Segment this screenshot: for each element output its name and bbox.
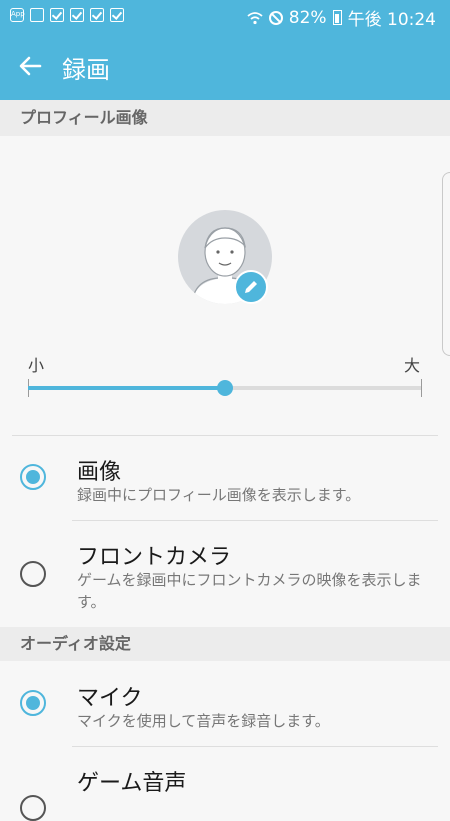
profile-image-preview[interactable] [178, 210, 272, 304]
option-game-sound[interactable]: ゲーム音声 [0, 747, 450, 821]
battery-icon [332, 10, 342, 25]
page-title: 録画 [62, 56, 110, 84]
slider-fill [28, 386, 225, 390]
status-bar: App 82% 午後 10:24 [0, 0, 450, 32]
clock: 午後 10:24 [347, 10, 436, 30]
profile-size-slider[interactable] [28, 379, 422, 397]
arrow-left-icon[interactable] [16, 52, 44, 80]
radio-microphone[interactable] [20, 690, 46, 716]
option-title: フロントカメラ [77, 545, 232, 570]
task-done-icon [110, 8, 124, 22]
edit-profile-image-button[interactable] [234, 270, 268, 304]
option-front-camera[interactable]: フロントカメラ ゲームを録画中にフロントカメラの映像を表示します。 [0, 521, 450, 627]
option-title: ゲーム音声 [77, 771, 187, 796]
option-title: マイク [77, 686, 143, 711]
option-microphone[interactable]: マイク マイクを使用して音声を録音します。 [0, 662, 450, 746]
wifi-icon [247, 11, 263, 24]
slider-min-label: 小 [28, 356, 45, 375]
slider-thumb[interactable] [217, 380, 233, 396]
notification-icons: App [10, 8, 124, 22]
radio-game-sound[interactable] [20, 795, 46, 821]
option-title: 画像 [77, 460, 122, 485]
task-done-icon [50, 8, 64, 22]
slider-tick-max [421, 379, 422, 397]
task-done-icon [90, 8, 104, 22]
image-notification-icon [30, 8, 44, 22]
app-notification-icon: App [10, 8, 25, 22]
option-description: マイクを使用して音声を録音します。 [77, 712, 330, 730]
section-header-profile: プロフィール画像 [0, 100, 450, 136]
edge-panel-handle[interactable] [442, 172, 450, 356]
battery-percent: 82% [288, 7, 327, 28]
option-profile-image[interactable]: 画像 録画中にプロフィール画像を表示します。 [0, 436, 450, 520]
pencil-icon [245, 281, 257, 293]
option-description: ゲームを録画中にフロントカメラの映像を表示します。 [77, 571, 422, 611]
section-header-audio: オーディオ設定 [0, 627, 450, 661]
slider-max-label: 大 [404, 356, 421, 375]
app-bar: 録画 [0, 32, 450, 100]
radio-image[interactable] [20, 464, 46, 490]
option-description: 録画中にプロフィール画像を表示します。 [77, 486, 361, 504]
task-done-icon [70, 8, 84, 22]
do-not-disturb-icon [268, 10, 283, 25]
radio-front-camera[interactable] [20, 561, 46, 587]
